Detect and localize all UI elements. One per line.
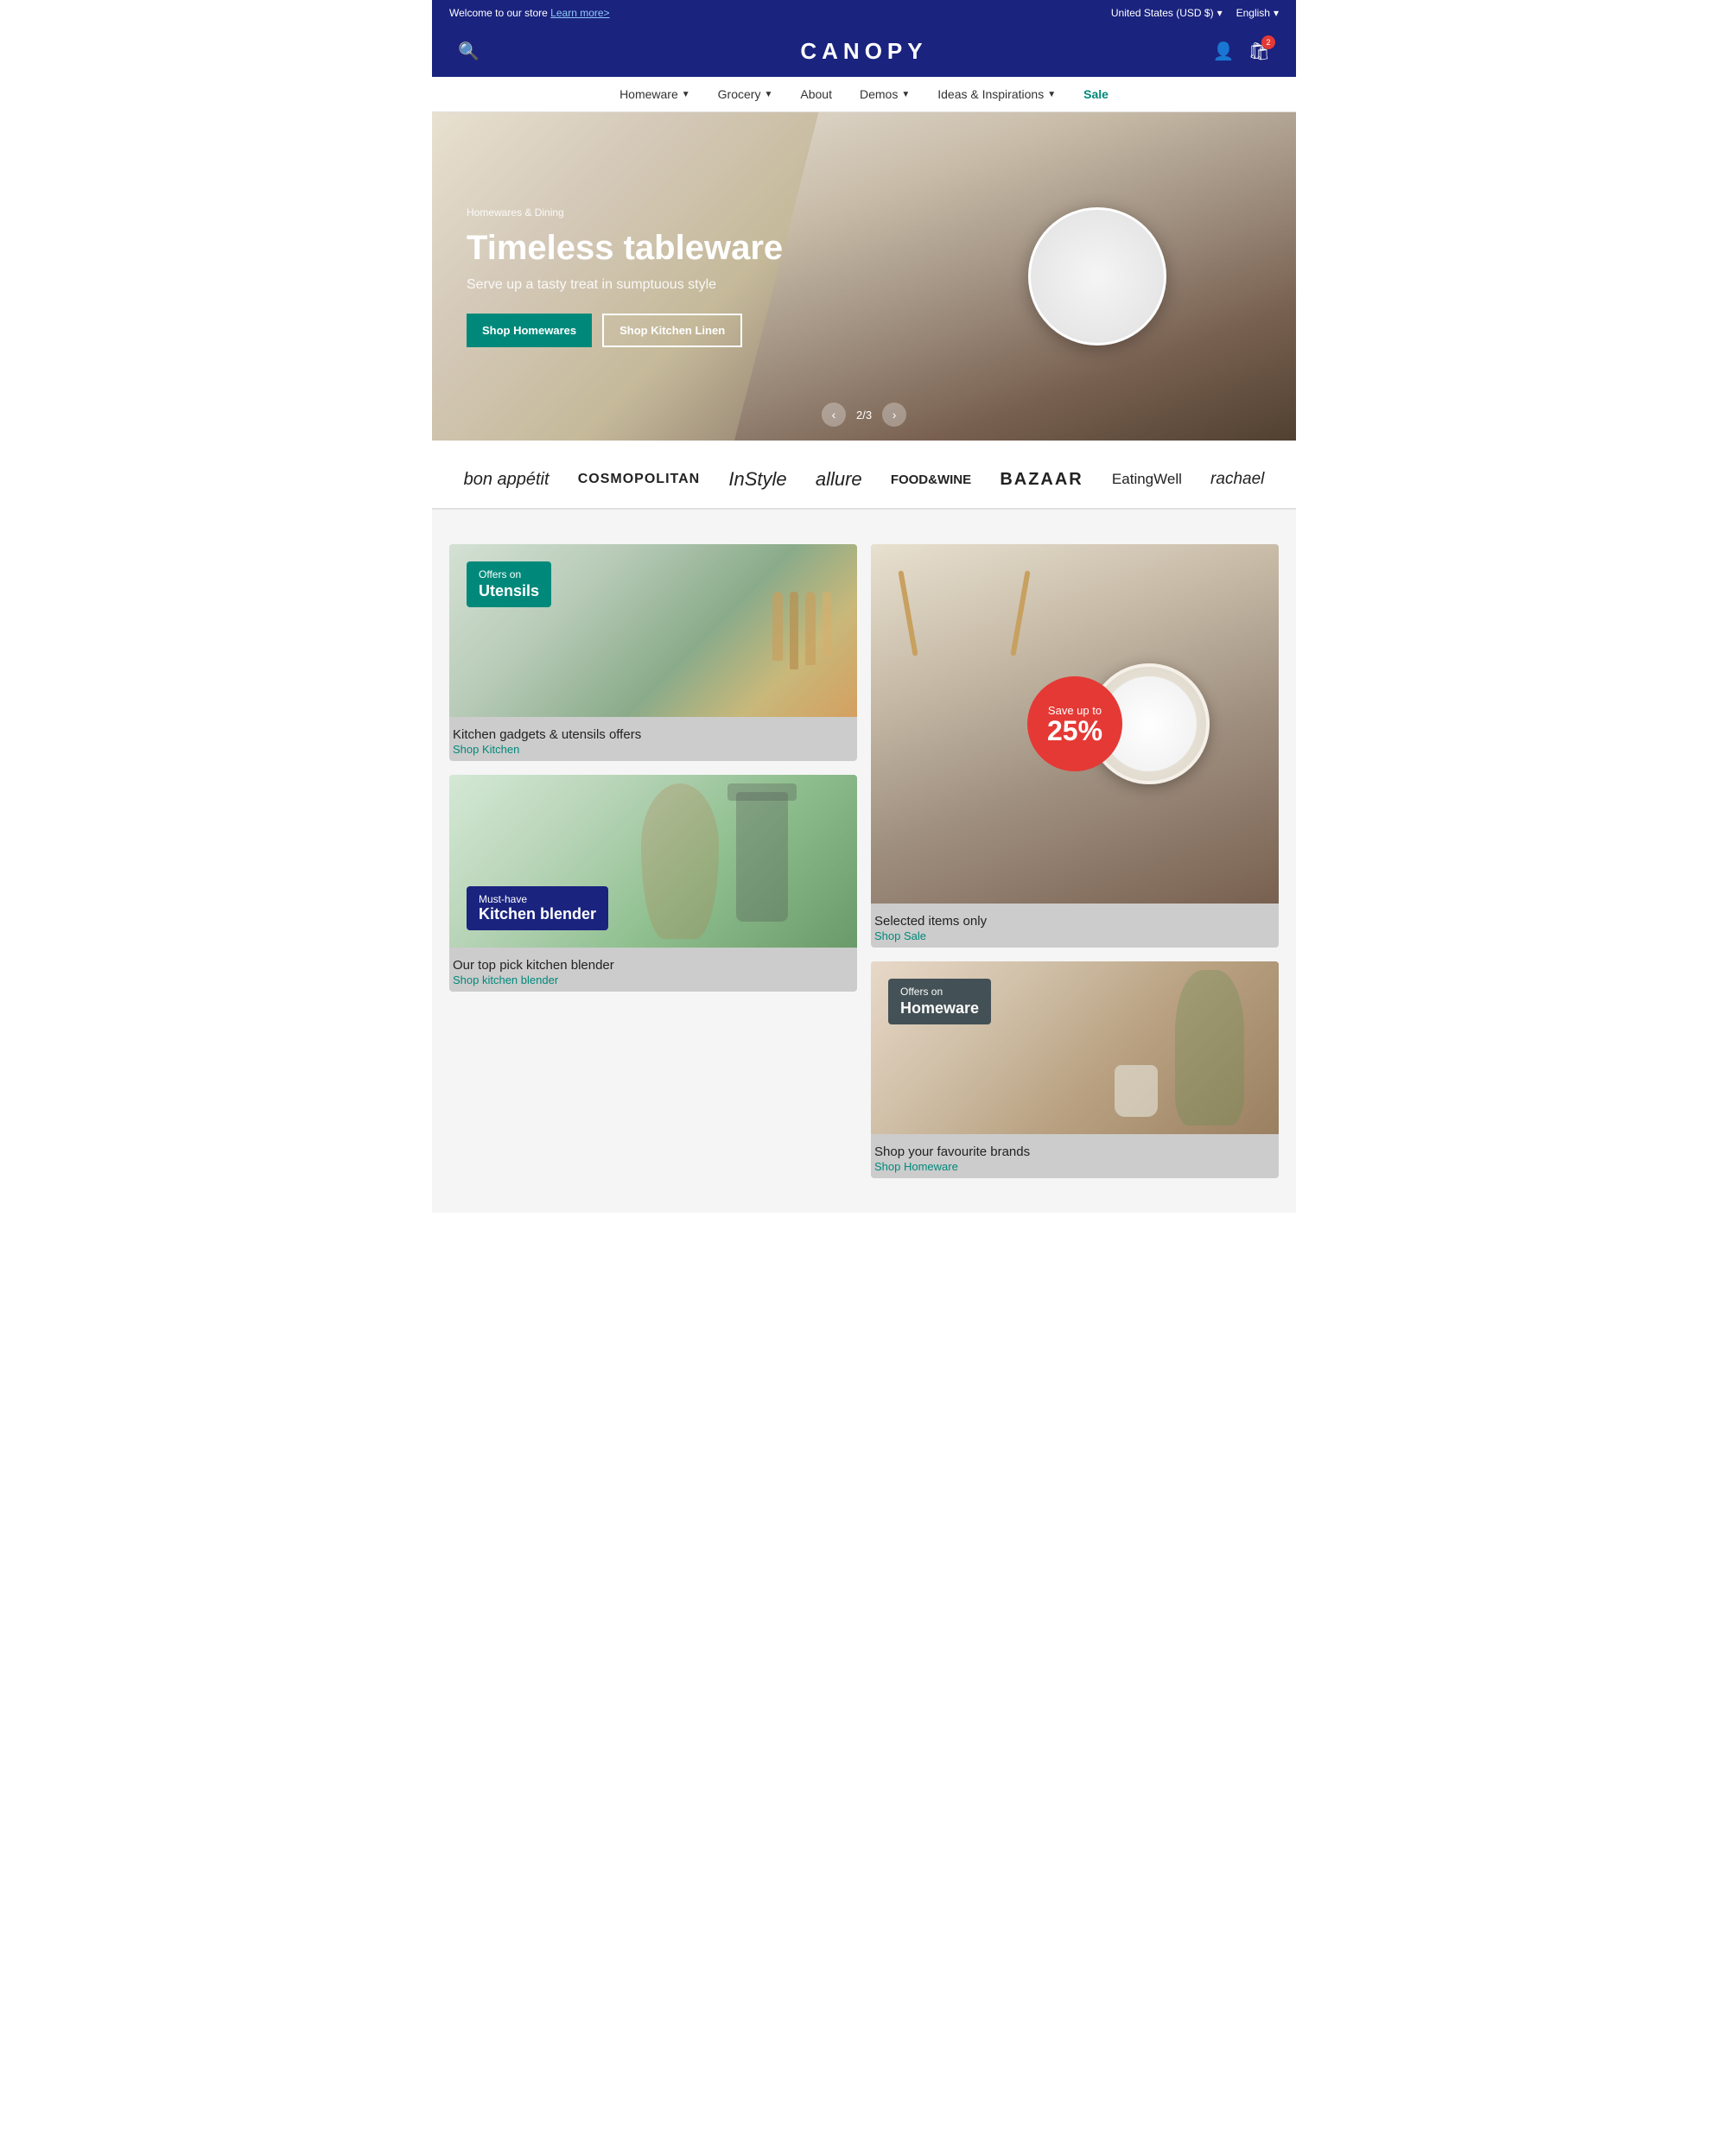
- main-nav: Homeware ▼ Grocery ▼ About Demos ▼ Ideas…: [432, 77, 1296, 112]
- tableware-card: Save up to 25% Selected items only Shop …: [871, 544, 1279, 948]
- header-left: 🔍: [458, 41, 527, 62]
- chevron-down-icon: ▼: [764, 90, 772, 99]
- nav-ideas[interactable]: Ideas & Inspirations ▼: [937, 87, 1056, 101]
- promo-grid: Offers on Utensils Kitchen gadgets & ute…: [449, 544, 1279, 1178]
- welcome-message: Welcome to our store Learn more>: [449, 7, 610, 19]
- brand-rachael: rachael: [1210, 470, 1264, 489]
- hero-slider-nav: ‹ 2/3 ›: [822, 403, 906, 427]
- brand-allure: allure: [816, 468, 862, 491]
- brand-cosmopolitan: COSMOPOLITAN: [578, 472, 700, 487]
- hero-breadcrumb: Homewares & Dining: [467, 206, 783, 219]
- homeware-badge: Offers on Homeware: [888, 979, 991, 1024]
- hero-slide-indicator: 2/3: [856, 409, 872, 422]
- chevron-down-icon: ▾: [1217, 7, 1223, 19]
- cart-button[interactable]: 🛍 2: [1248, 41, 1270, 62]
- shop-sale-link[interactable]: Shop Sale: [874, 929, 926, 942]
- blender-card-image: Must-have Kitchen blender: [449, 775, 857, 948]
- homeware-card-info: Shop your favourite brands Shop Homeware: [871, 1134, 1279, 1178]
- utensils-card: Offers on Utensils Kitchen gadgets & ute…: [449, 544, 857, 761]
- hero-content: Homewares & Dining Timeless tableware Se…: [432, 206, 817, 347]
- blender-card-info: Our top pick kitchen blender Shop kitche…: [449, 948, 857, 992]
- brands-bar: bon appétit COSMOPOLITAN InStyle allure …: [432, 441, 1296, 510]
- utensils-card-image: Offers on Utensils: [449, 544, 857, 717]
- hero-subtitle: Serve up a tasty treat in sumptuous styl…: [467, 277, 783, 293]
- brand-food-wine: FOOD&WINE: [891, 472, 971, 487]
- homeware-card-image: Offers on Homeware: [871, 961, 1279, 1134]
- top-bar: Welcome to our store Learn more> United …: [432, 0, 1296, 26]
- utensils-card-info: Kitchen gadgets & utensils offers Shop K…: [449, 717, 857, 761]
- brand-instyle: InStyle: [728, 468, 786, 491]
- nav-homeware[interactable]: Homeware ▼: [619, 87, 690, 101]
- blender-badge: Must-have Kitchen blender: [467, 886, 608, 930]
- brand-bazaar: BAZAAR: [1000, 470, 1083, 490]
- blender-card-title: Our top pick kitchen blender: [453, 958, 854, 973]
- search-icon: 🔍: [458, 42, 480, 61]
- shop-homewares-button[interactable]: Shop Homewares: [467, 314, 592, 347]
- nav-demos[interactable]: Demos ▼: [860, 87, 910, 101]
- utensils-card-title: Kitchen gadgets & utensils offers: [453, 727, 854, 742]
- hero-next-button[interactable]: ›: [882, 403, 906, 427]
- shop-kitchen-link[interactable]: Shop Kitchen: [453, 743, 519, 756]
- top-bar-right: United States (USD $) ▾ English ▾: [1111, 7, 1279, 19]
- search-button[interactable]: 🔍: [458, 41, 480, 62]
- chevron-down-icon: ▼: [1047, 90, 1056, 99]
- account-icon: 👤: [1213, 42, 1235, 61]
- header: 🔍 CANOPY 👤 🛍 2: [432, 26, 1296, 77]
- save-badge: Save up to 25%: [1027, 676, 1122, 771]
- blender-card: Must-have Kitchen blender Our top pick k…: [449, 775, 857, 992]
- chevron-down-icon: ▼: [901, 90, 910, 99]
- homeware-card: Offers on Homeware Shop your favourite b…: [871, 961, 1279, 1178]
- learn-more-link[interactable]: Learn more>: [550, 7, 609, 19]
- cart-count: 2: [1261, 35, 1275, 49]
- shop-blender-link[interactable]: Shop kitchen blender: [453, 973, 558, 986]
- shop-kitchen-linen-button[interactable]: Shop Kitchen Linen: [602, 314, 742, 347]
- tableware-card-image: Save up to 25%: [871, 544, 1279, 904]
- language-selector[interactable]: English ▾: [1236, 7, 1279, 19]
- tableware-card-title: Selected items only: [874, 914, 1275, 929]
- hero-prev-button[interactable]: ‹: [822, 403, 846, 427]
- tableware-card-info: Selected items only Shop Sale: [871, 904, 1279, 948]
- hero-decoration: [734, 112, 1296, 441]
- nav-sale[interactable]: Sale: [1083, 87, 1109, 101]
- account-button[interactable]: 👤: [1213, 41, 1235, 62]
- chevron-down-icon: ▾: [1274, 7, 1279, 19]
- utensils-badge: Offers on Utensils: [467, 561, 551, 607]
- hero-plate-decor: [1028, 207, 1166, 346]
- chevron-down-icon: ▼: [682, 90, 690, 99]
- site-logo[interactable]: CANOPY: [527, 38, 1201, 65]
- promo-right-column: Save up to 25% Selected items only Shop …: [871, 544, 1279, 1178]
- brand-bon-appetit: bon appétit: [464, 470, 550, 490]
- region-selector[interactable]: United States (USD $) ▾: [1111, 7, 1223, 19]
- nav-grocery[interactable]: Grocery ▼: [718, 87, 773, 101]
- hero-title: Timeless tableware: [467, 227, 783, 269]
- hero-buttons: Shop Homewares Shop Kitchen Linen: [467, 314, 783, 347]
- nav-about[interactable]: About: [800, 87, 832, 101]
- brand-eating-well: EatingWell: [1112, 471, 1182, 488]
- header-right: 👤 🛍 2: [1201, 41, 1270, 62]
- homeware-card-title: Shop your favourite brands: [874, 1145, 1275, 1159]
- promo-left-column: Offers on Utensils Kitchen gadgets & ute…: [449, 544, 857, 1178]
- shop-homeware-link[interactable]: Shop Homeware: [874, 1160, 958, 1173]
- promo-section: Offers on Utensils Kitchen gadgets & ute…: [432, 510, 1296, 1213]
- hero-banner: Homewares & Dining Timeless tableware Se…: [432, 112, 1296, 441]
